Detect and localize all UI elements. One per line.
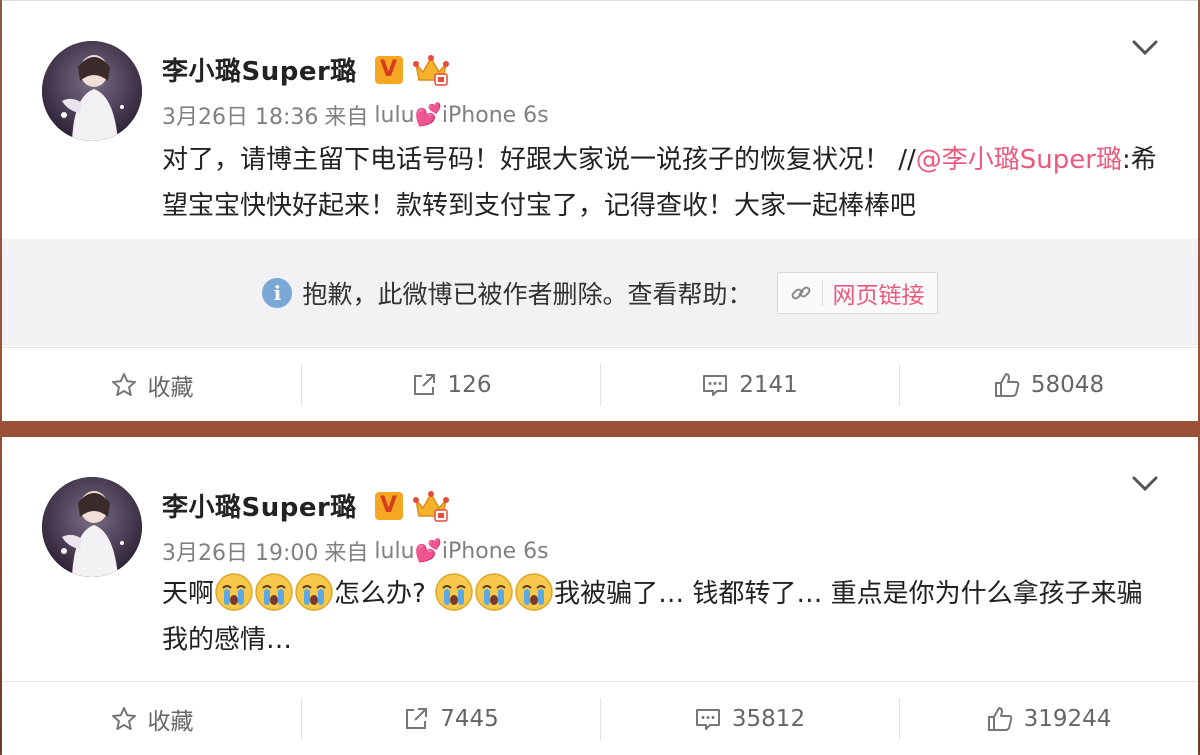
post-source[interactable]: lulu💕iPhone 6s (374, 103, 548, 128)
favorite-button[interactable]: 收藏 (2, 348, 301, 421)
star-icon (111, 706, 136, 730)
comment-button[interactable]: 35812 (600, 682, 899, 755)
post-date[interactable]: 3月26日 19:00 (162, 535, 318, 567)
like-count: 319244 (1023, 705, 1112, 732)
crying-emoji-icon (475, 572, 513, 611)
share-icon (413, 373, 435, 395)
content-text: 怎么办? (334, 579, 426, 609)
username-text[interactable]: 李小璐Super璐 (162, 487, 357, 524)
mention-link[interactable]: @李小璐Super璐 (916, 145, 1122, 175)
share-icon (406, 707, 428, 729)
post-content: 天啊 怎么办? 我被骗了… 钱都转了… 重点是你为什么拿孩子来骗我的感情… (162, 571, 1158, 663)
favorite-label: 收藏 (147, 708, 194, 735)
comment-icon (695, 708, 720, 730)
favorite-label: 收藏 (147, 374, 194, 401)
divider (821, 279, 823, 306)
vip-crown-icon (412, 490, 449, 522)
verified-badge-icon: V (374, 491, 403, 520)
comment-icon (703, 374, 728, 396)
weibo-screenshot: 李小璐Super璐 V 3月26日 18:36 来自 lulu💕iPhone 6… (0, 0, 1200, 755)
post-content: 对了，请博主留下电话号码！好跟大家说一说孩子的恢复状况！ //@李小璐Super… (162, 137, 1158, 229)
repost-button[interactable]: 126 (301, 348, 600, 421)
repost-button[interactable]: 7445 (301, 682, 600, 755)
deleted-notice: 抱歉，此微博已被作者删除。查看帮助： (302, 279, 753, 309)
chevron-down-icon[interactable] (1132, 39, 1158, 57)
source-prefix: 来自 (324, 105, 369, 130)
action-bar: 收藏 126 2141 58048 (2, 347, 1198, 421)
action-bar: 收藏 7445 35812 319244 (2, 681, 1198, 755)
crying-emoji-icon (255, 572, 293, 611)
star-icon (111, 372, 136, 396)
like-button[interactable]: 319244 (899, 682, 1198, 755)
like-button[interactable]: 58048 (899, 348, 1198, 421)
weibo-post-2: 李小璐Super璐 V 3月26日 19:00 来自 lulu💕iPhone 6… (2, 437, 1198, 755)
help-link-label[interactable]: 网页链接 (833, 276, 925, 310)
weibo-post-1: 李小璐Super璐 V 3月26日 18:36 来自 lulu💕iPhone 6… (2, 0, 1198, 421)
link-icon (791, 286, 810, 299)
username[interactable]: 李小璐Super璐 V (162, 51, 449, 88)
crying-emoji-icon (215, 572, 253, 611)
chevron-down-icon[interactable] (1132, 475, 1158, 493)
favorite-button[interactable]: 收藏 (2, 682, 301, 755)
username[interactable]: 李小璐Super璐 V (162, 487, 449, 524)
username-text[interactable]: 李小璐Super璐 (162, 51, 357, 88)
thumbs-up-icon (987, 706, 1012, 731)
like-count: 58048 (1030, 371, 1105, 398)
vip-crown-icon (412, 54, 449, 86)
repost-count: 126 (447, 371, 492, 398)
deleted-repost-panel: i 抱歉，此微博已被作者删除。查看帮助： 网页链接 (2, 239, 1198, 346)
crying-emoji-icon (435, 572, 473, 611)
post-meta: 3月26日 19:00 来自 lulu💕iPhone 6s (162, 535, 549, 567)
help-link-button[interactable]: 网页链接 (776, 271, 938, 314)
post-date[interactable]: 3月26日 18:36 (162, 99, 318, 131)
source-prefix: 来自 (324, 541, 369, 566)
content-text: 天啊 (162, 579, 215, 609)
verified-badge-icon: V (374, 55, 403, 84)
post-source[interactable]: lulu💕iPhone 6s (374, 539, 548, 564)
crying-emoji-icon (515, 572, 553, 611)
repost-count: 7445 (440, 705, 499, 732)
comment-button[interactable]: 2141 (600, 348, 899, 421)
avatar[interactable] (42, 477, 142, 577)
crying-emoji-icon (295, 572, 333, 611)
comment-count: 2141 (739, 371, 798, 398)
comment-count: 35812 (731, 705, 806, 732)
avatar[interactable] (42, 41, 142, 141)
info-icon: i (262, 277, 293, 308)
post-meta: 3月26日 18:36 来自 lulu💕iPhone 6s (162, 99, 549, 131)
thumbs-up-icon (994, 372, 1020, 397)
content-text: 对了，请博主留下电话号码！好跟大家说一说孩子的恢复状况！ // (162, 145, 916, 175)
